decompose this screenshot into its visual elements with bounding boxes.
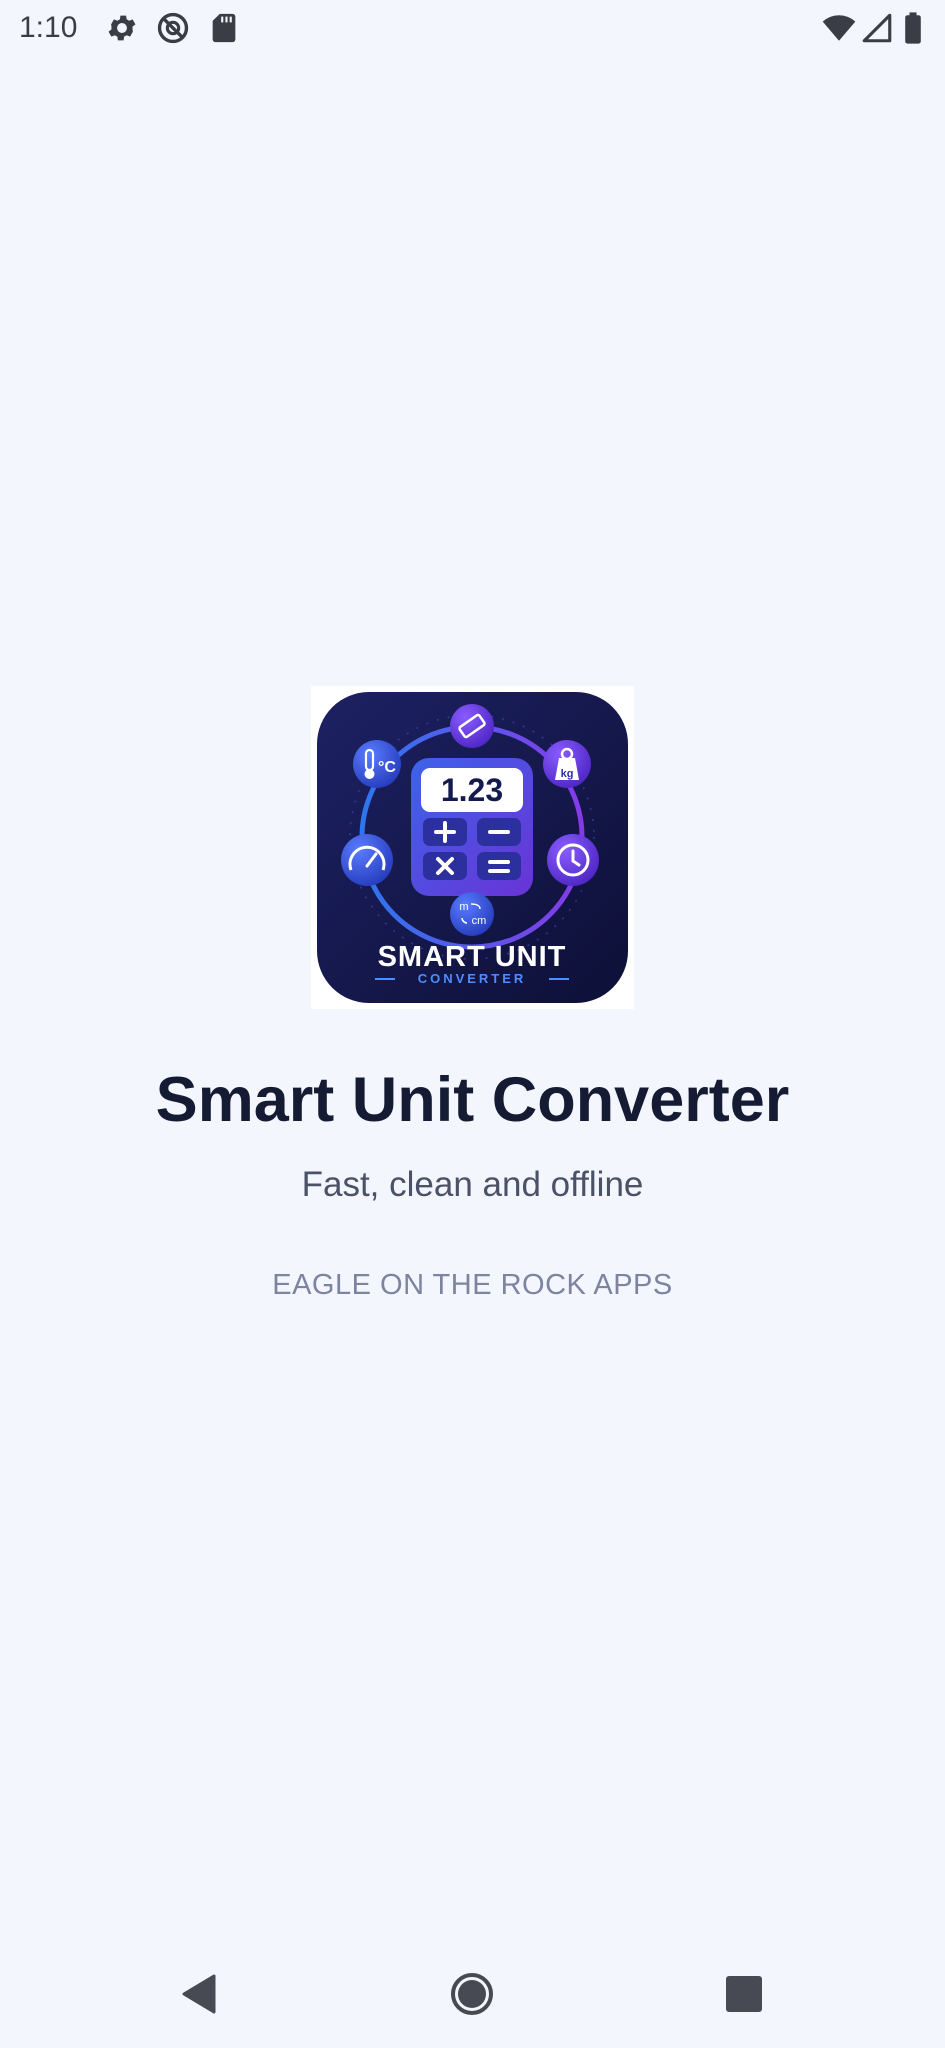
svg-text:cm: cm <box>472 915 487 927</box>
app-title: Smart Unit Converter <box>155 1065 790 1135</box>
status-time: 1:10 <box>19 11 78 44</box>
no-tracking-icon <box>156 11 190 45</box>
back-button[interactable] <box>170 1966 226 2022</box>
home-button[interactable] <box>444 1966 500 2022</box>
clock-badge <box>547 834 599 886</box>
settings-icon <box>105 11 139 45</box>
logo-wordmark-line2: CONVERTER <box>418 971 527 986</box>
display-value: 1.23 <box>441 772 503 808</box>
svg-text:°C: °C <box>378 759 396 776</box>
svg-text:kg: kg <box>561 768 574 780</box>
status-bar: 1:10 <box>0 0 945 56</box>
recents-button[interactable] <box>716 1966 772 2022</box>
length-badge: m cm <box>450 892 494 936</box>
logo-wordmark-line1: SMART UNIT <box>378 941 567 973</box>
temperature-badge: °C <box>353 740 401 788</box>
speed-badge <box>341 834 393 886</box>
app-publisher: EAGLE ON THE ROCK APPS <box>272 1269 673 1301</box>
recents-icon <box>726 1976 762 2012</box>
home-icon <box>451 1973 493 2015</box>
cell-signal-icon <box>860 11 894 45</box>
wifi-icon <box>822 11 856 45</box>
app-tagline: Fast, clean and offline <box>301 1165 644 1204</box>
ruler-badge <box>450 704 494 748</box>
sd-card-icon <box>207 11 241 45</box>
weight-badge: kg <box>543 740 591 788</box>
navigation-bar <box>0 1950 945 2034</box>
app-logo-icon: 1.23 °C kg m cm SMART UNIT CONVERTER <box>311 686 634 1009</box>
battery-icon <box>900 11 926 45</box>
back-icon <box>182 1974 216 2014</box>
svg-text:m: m <box>459 901 468 913</box>
